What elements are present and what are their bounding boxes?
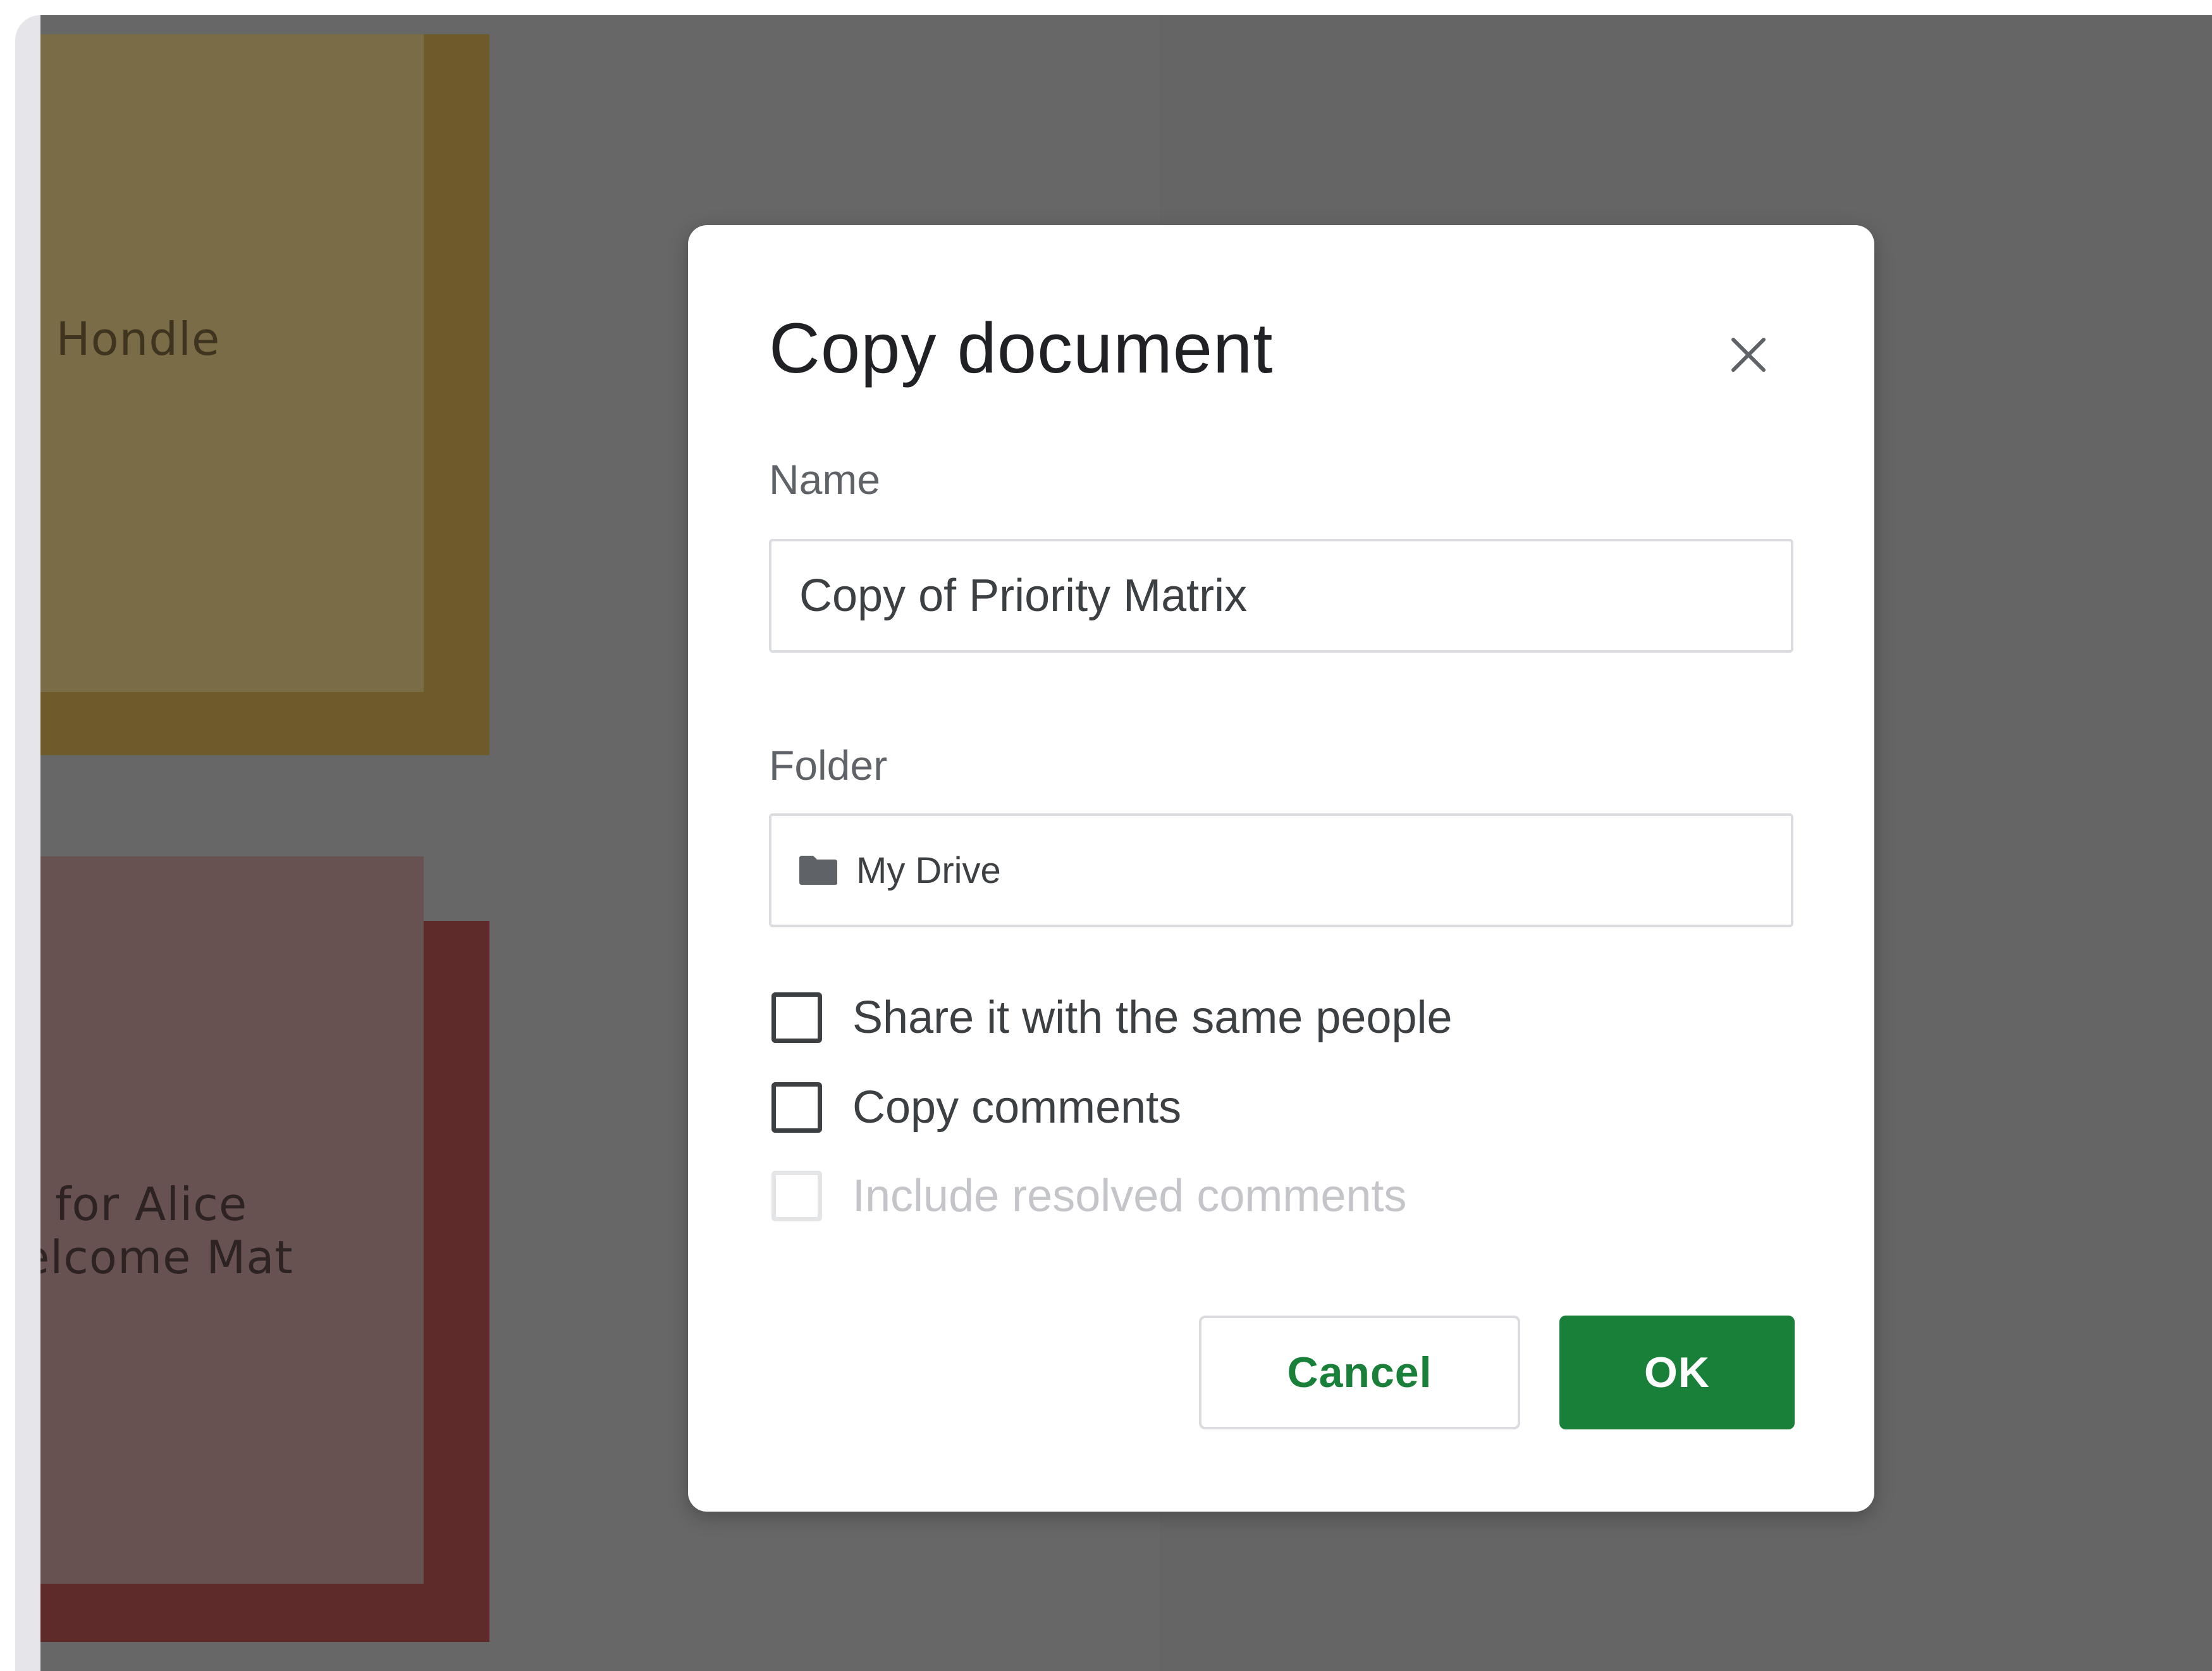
folder-label: Folder — [769, 742, 888, 789]
share-same-people-label: Share it with the same people — [852, 992, 1453, 1043]
copy-document-dialog: Copy document Name Folder My Drive Share… — [688, 225, 1874, 1512]
ok-button[interactable]: OK — [1559, 1316, 1795, 1429]
include-resolved-checkbox — [771, 1171, 822, 1221]
copy-comments-option[interactable]: Copy comments — [771, 1082, 1181, 1133]
include-resolved-label: Include resolved comments — [852, 1171, 1407, 1221]
cancel-button[interactable]: Cancel — [1199, 1316, 1520, 1429]
folder-value: My Drive — [856, 849, 1001, 891]
include-resolved-option: Include resolved comments — [771, 1170, 1406, 1222]
copy-comments-checkbox[interactable] — [771, 1082, 822, 1133]
name-label: Name — [769, 456, 881, 503]
close-icon — [1731, 338, 1766, 372]
name-input[interactable] — [769, 539, 1793, 653]
dialog-title: Copy document — [769, 309, 1274, 388]
share-same-people-checkbox[interactable] — [771, 992, 822, 1043]
close-button[interactable] — [1714, 320, 1783, 390]
sticky-note-yellow-text: r Hondle — [40, 312, 221, 366]
sticky-note-red-text: t for Alice elcome Mat — [40, 1178, 293, 1284]
folder-icon — [798, 854, 839, 886]
share-same-people-option[interactable]: Share it with the same people — [771, 992, 1453, 1044]
copy-comments-label: Copy comments — [852, 1082, 1182, 1133]
folder-picker[interactable]: My Drive — [769, 813, 1793, 927]
